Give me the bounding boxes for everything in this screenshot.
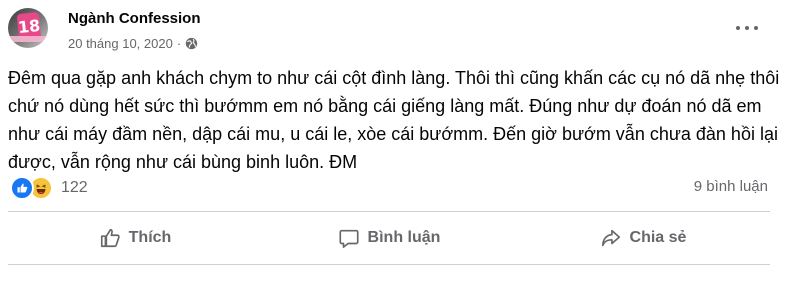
- reaction-summary[interactable]: 122: [10, 176, 88, 200]
- thumbs-up-icon: [100, 228, 120, 248]
- meta-separator: ·: [176, 36, 182, 51]
- reaction-count: 122: [61, 179, 88, 196]
- comment-label: Bình luận: [367, 229, 441, 246]
- like-button[interactable]: Thích: [8, 214, 262, 262]
- divider: [8, 264, 770, 265]
- divider: [8, 211, 770, 212]
- page-name[interactable]: Ngành Confession: [68, 10, 201, 27]
- post-text-line: Đêm qua gặp anh khách chym to như cái cộ…: [8, 68, 780, 88]
- post-meta: 20 tháng 10, 2020 ·: [68, 36, 198, 51]
- like-label: Thích: [128, 229, 172, 246]
- avatar[interactable]: 18: [8, 8, 48, 48]
- post-text-line: được, vẫn rộng như cái bùng binh luôn. Đ…: [8, 152, 358, 172]
- share-button[interactable]: Chia sẻ: [516, 214, 770, 262]
- globe-icon[interactable]: [185, 37, 198, 50]
- post-text: Đêm qua gặp anh khách chym to như cái cộ…: [8, 64, 780, 176]
- comment-count-link[interactable]: 9 bình luận: [694, 178, 768, 195]
- facebook-post: 18 Ngành Confession 20 tháng 10, 2020 · …: [0, 0, 788, 282]
- post-text-line: như cái máy đầm nền, dập cái mu, u cái l…: [8, 124, 778, 144]
- post-text-line: chứ nó dùng hết sức thì bướmm em nó bằng…: [8, 96, 762, 116]
- comment-icon: [339, 229, 359, 248]
- avatar-band: [8, 36, 48, 42]
- post-actions: Thích Bình luận Chia sẻ: [8, 214, 770, 262]
- post-timestamp[interactable]: 20 tháng 10, 2020: [68, 36, 173, 51]
- share-icon: [601, 229, 620, 247]
- share-label: Chia sẻ: [629, 229, 687, 246]
- more-options-icon[interactable]: [736, 22, 758, 34]
- comment-button[interactable]: Bình luận: [262, 214, 516, 262]
- like-reaction-icon: [10, 176, 34, 200]
